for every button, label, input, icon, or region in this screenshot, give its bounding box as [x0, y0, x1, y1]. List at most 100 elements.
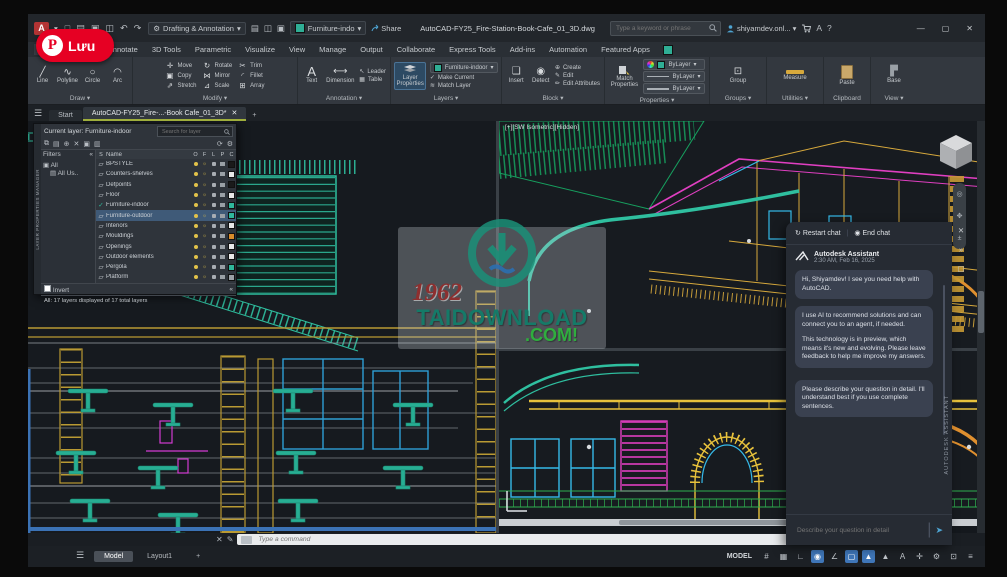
- cart-icon[interactable]: [801, 24, 811, 33]
- close-tab-icon[interactable]: ✕: [232, 109, 238, 117]
- layer-color-swatch[interactable]: [228, 264, 235, 271]
- polar-tracking-icon[interactable]: ◉: [811, 550, 824, 563]
- workspace-switcher[interactable]: ⚙ Drafting & Annotation ▾: [148, 22, 245, 35]
- layer-color-swatch[interactable]: [228, 171, 235, 178]
- create-block-button[interactable]: ⊕Create: [555, 64, 600, 71]
- edit-block-button[interactable]: ✎Edit: [555, 72, 600, 79]
- group-button[interactable]: ⊡Group: [719, 66, 757, 85]
- rotate-button[interactable]: ↻Rotate: [202, 61, 232, 70]
- search-icon[interactable]: [709, 24, 717, 32]
- collapse-panel-icon[interactable]: »: [959, 245, 963, 254]
- tab-output[interactable]: Output: [353, 44, 390, 55]
- tab-visualize[interactable]: Visualize: [238, 44, 282, 55]
- set-current-icon[interactable]: ✕: [74, 140, 80, 148]
- linetype-dropdown[interactable]: ByLayer▾: [643, 71, 704, 82]
- pan-icon[interactable]: ✥: [957, 212, 963, 220]
- tab-featured-apps[interactable]: Featured Apps: [594, 44, 657, 55]
- ortho-icon[interactable]: ∟: [794, 550, 807, 563]
- redo-icon[interactable]: ↷: [132, 23, 144, 33]
- text-button[interactable]: AText: [302, 66, 321, 85]
- layer-color-swatch[interactable]: [228, 192, 235, 199]
- circle-button[interactable]: ○Circle: [82, 67, 103, 84]
- popout-panel-icon[interactable]: ▢: [957, 264, 964, 273]
- layer-color-swatch[interactable]: [228, 274, 235, 281]
- move-button[interactable]: ✛Move: [165, 61, 196, 70]
- block-panel-label[interactable]: Block ▾: [502, 94, 604, 104]
- restart-chat-button[interactable]: ↻ Restart chat: [795, 229, 841, 237]
- full-nav-wheel-icon[interactable]: ◎: [956, 190, 962, 198]
- tab-parametric[interactable]: Parametric: [188, 44, 238, 55]
- crosshair-icon[interactable]: ✛: [913, 550, 926, 563]
- save-to-web-icon[interactable]: ▣: [277, 23, 285, 34]
- file-tab-menu-icon[interactable]: ☰: [32, 108, 48, 121]
- layer-states-icon[interactable]: ▣: [83, 140, 90, 148]
- layer-list-header[interactable]: S Name O F L P C: [96, 150, 236, 159]
- layer-color-swatch[interactable]: [228, 212, 235, 219]
- open-from-web-icon[interactable]: ◫: [264, 23, 272, 34]
- layer-dropdown[interactable]: Furniture-indoor▾: [430, 62, 498, 73]
- tab-view[interactable]: View: [282, 44, 312, 55]
- new-layer-icon[interactable]: ⧉: [44, 140, 49, 148]
- customize-command-icon[interactable]: ✎: [227, 535, 234, 544]
- layer-search-input[interactable]: [160, 128, 222, 136]
- isolate-objects-icon[interactable]: ⊡: [947, 550, 960, 563]
- send-icon[interactable]: ➤: [935, 525, 943, 536]
- layer-row-current[interactable]: ✓Furniture-indoor☼: [96, 200, 236, 210]
- edit-attributes-button[interactable]: ✏Edit Attributes: [555, 80, 600, 87]
- invert-filter-checkbox[interactable]: Invert: [44, 285, 69, 294]
- tab-3d-tools[interactable]: 3D Tools: [145, 44, 188, 55]
- layer-row[interactable]: ▱Openings☼: [96, 241, 236, 251]
- layer-row[interactable]: ▱Defpoints☼: [96, 180, 236, 190]
- layer-row[interactable]: ▱Outdoor elements☼: [96, 252, 236, 262]
- share-button[interactable]: Share: [371, 24, 401, 33]
- tab-add-ins[interactable]: Add-ins: [503, 44, 542, 55]
- layout-menu-icon[interactable]: ☰: [74, 550, 90, 563]
- base-button[interactable]: ▛Base: [875, 66, 913, 85]
- filter-tree-item-all-used[interactable]: ▤ All Us..: [50, 169, 93, 177]
- properties-panel-label[interactable]: Properties ▾: [605, 96, 709, 106]
- autoscale-icon[interactable]: ▲: [879, 550, 892, 563]
- layer-row[interactable]: ▱Platform☼: [96, 272, 236, 282]
- layer-color-swatch[interactable]: [228, 202, 235, 209]
- drawing-tab[interactable]: AutoCAD-FY25_Fire-...-Book Cafe_01_3D*✕: [83, 107, 247, 121]
- grid-icon[interactable]: #: [760, 550, 773, 563]
- annotation-visibility-icon[interactable]: ▲: [862, 550, 875, 563]
- layer-color-swatch[interactable]: [228, 253, 235, 260]
- leader-button[interactable]: ↖Leader: [359, 68, 386, 75]
- layer-row[interactable]: ▱BPSTYLE☼: [96, 159, 236, 169]
- maximize-button[interactable]: ▢: [936, 24, 956, 33]
- cloud-icon[interactable]: ▤: [251, 23, 259, 34]
- layer-search-box[interactable]: [157, 126, 233, 137]
- refresh-icon[interactable]: ⟳: [217, 140, 223, 148]
- pinterest-save-button[interactable]: P Lưu: [36, 29, 114, 62]
- isodraft-icon[interactable]: ∠: [828, 550, 841, 563]
- mirror-button[interactable]: ⋈Mirror: [202, 71, 232, 80]
- draw-panel-label[interactable]: Draw ▾: [28, 94, 132, 104]
- search-input[interactable]: [614, 24, 706, 33]
- make-current-button[interactable]: ✓Make Current: [430, 74, 498, 81]
- copy-button[interactable]: ▣Copy: [165, 71, 196, 80]
- palette-title-bar[interactable]: LAYER PROPERTIES MANAGER: [34, 124, 41, 294]
- match-properties-button[interactable]: Match Properties: [609, 65, 639, 89]
- undo-icon[interactable]: ↶: [118, 23, 130, 33]
- add-layout-button[interactable]: +: [186, 551, 210, 562]
- detect-button[interactable]: ◉Detect: [530, 66, 550, 85]
- model-space-label[interactable]: MODEL: [727, 553, 752, 560]
- arc-button[interactable]: ◠Arc: [107, 67, 128, 84]
- viewport-controls-label[interactable]: [+][SW Isometric][Hidden]: [505, 124, 579, 131]
- layer-color-swatch[interactable]: [228, 233, 235, 240]
- layer-row[interactable]: ▱Mouldings☼: [96, 231, 236, 241]
- isolate-icon[interactable]: ▥: [94, 140, 101, 148]
- measure-button[interactable]: Measure: [776, 70, 814, 82]
- polyline-button[interactable]: ∿Polyline: [57, 67, 78, 84]
- tab-automation[interactable]: Automation: [542, 44, 594, 55]
- scrollbar-thumb[interactable]: [978, 291, 984, 333]
- autodesk-access-icon[interactable]: A: [816, 23, 822, 33]
- scale-button[interactable]: ⊿Scale: [202, 81, 232, 90]
- layer-row-selected[interactable]: ▱Furniture-outdoor☼: [96, 210, 236, 220]
- layers-panel-label[interactable]: Layers ▾: [391, 94, 501, 104]
- dimension-button[interactable]: ⟷Dimension: [325, 66, 355, 85]
- layer-row[interactable]: ▱Counters-shelves☼: [96, 169, 236, 179]
- viewcube[interactable]: [934, 131, 978, 180]
- help-icon[interactable]: ?: [827, 23, 832, 33]
